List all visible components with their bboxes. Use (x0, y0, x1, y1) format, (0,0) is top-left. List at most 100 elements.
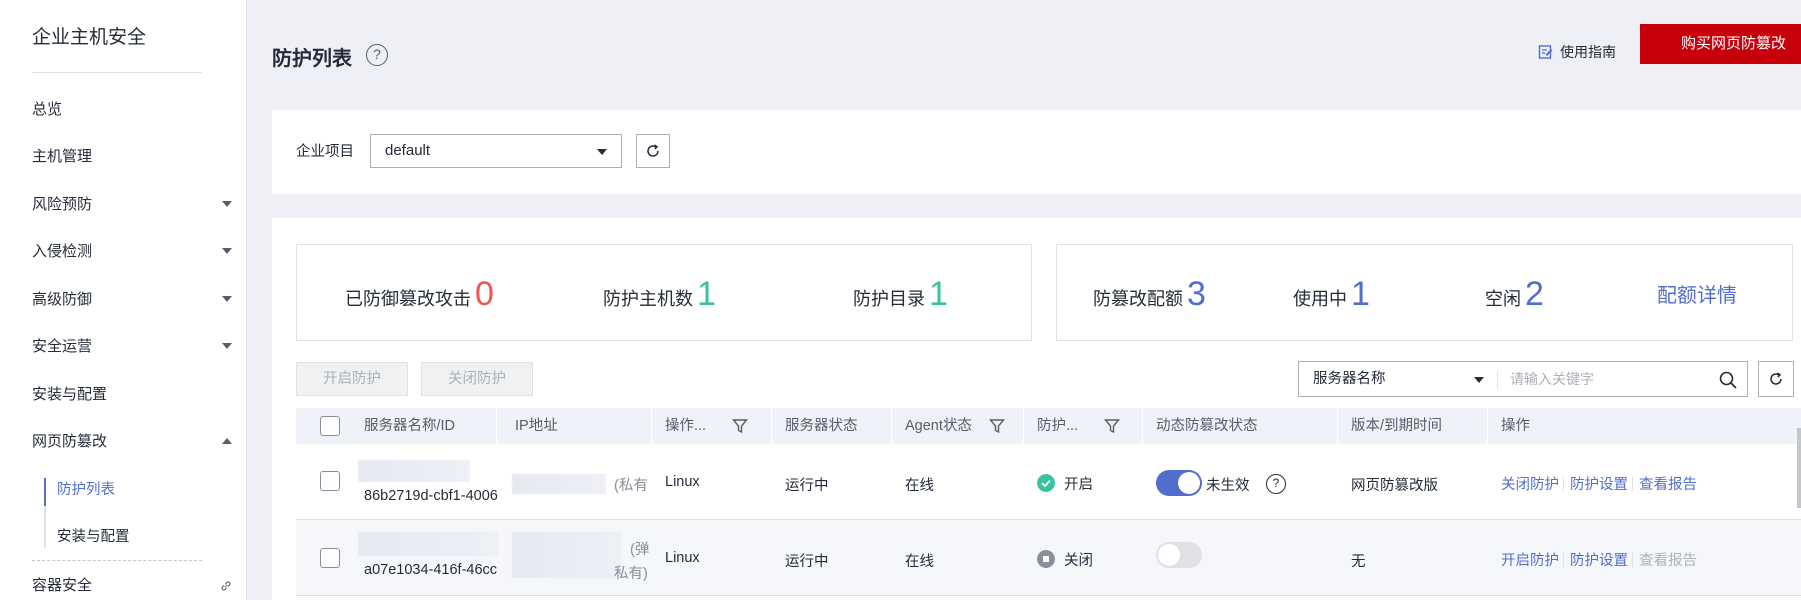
dynamic-tamper-toggle[interactable] (1156, 542, 1202, 568)
chevron-down-icon (1474, 377, 1484, 383)
guide-edit-icon (1538, 45, 1553, 59)
disable-protection-link[interactable]: 关闭防护 (1501, 473, 1559, 494)
protection-settings-link[interactable]: 防护设置 (1570, 473, 1628, 494)
filter-icon[interactable] (732, 418, 748, 434)
user-guide-label: 使用指南 (1560, 44, 1616, 60)
submenu-line (44, 506, 46, 548)
sidebar: 企业主机安全 总览 主机管理 风险预防 入侵检测 高级防御 安全运营 安装与配置… (0, 0, 247, 600)
col-os: 操作... (665, 418, 707, 434)
check-circle-icon (1037, 474, 1055, 492)
sidebar-subitem-protection-list[interactable]: 防护列表 (57, 476, 197, 504)
protection-status-value: 开启 (1064, 477, 1093, 493)
table-refresh-button[interactable] (1758, 361, 1794, 397)
server-id[interactable]: 86b2719d-cbf1-4006 (364, 488, 498, 504)
op-separator (1563, 477, 1564, 491)
quota-in-use-stat: 使用中 1 (1293, 275, 1370, 313)
enterprise-project-value: default (385, 142, 431, 159)
sidebar-item-risk-prevention[interactable]: 风险预防 (32, 190, 232, 220)
col-agent-status: Agent状态 (905, 418, 972, 434)
search-input[interactable] (1498, 361, 1748, 397)
enterprise-project-label: 企业项目 (296, 144, 354, 160)
protection-status-value: 关闭 (1064, 553, 1093, 569)
help-icon[interactable]: ? (1266, 474, 1286, 494)
col-dynamic-tamper: 动态防篡改状态 (1156, 418, 1258, 434)
active-indicator (44, 478, 46, 506)
filter-icon[interactable] (1104, 418, 1120, 434)
sidebar-item-overview[interactable]: 总览 (32, 95, 232, 125)
chevron-down-icon (222, 296, 232, 302)
view-report-link-disabled: 查看报告 (1639, 553, 1697, 569)
quota-total-count: 3 (1187, 275, 1206, 313)
quota-idle-count: 2 (1525, 275, 1544, 313)
column-divider (496, 408, 497, 444)
sidebar-item-label: 高级防御 (32, 291, 93, 308)
sidebar-item-host-management[interactable]: 主机管理 (32, 142, 232, 172)
view-report-link[interactable]: 查看报告 (1639, 473, 1697, 494)
sidebar-item-advanced-defense[interactable]: 高级防御 (32, 285, 232, 315)
stop-circle-icon (1037, 550, 1055, 568)
protection-stats-card: 已防御篡改攻击 0 防护主机数 1 防护目录 1 (296, 244, 1032, 341)
row-checkbox[interactable] (320, 471, 340, 491)
chevron-up-icon (222, 438, 232, 444)
sidebar-subitem-install-config[interactable]: 安装与配置 (57, 523, 197, 551)
sidebar-item-label: 安全运营 (32, 338, 93, 355)
refresh-icon (1770, 372, 1782, 385)
quota-stats-card: 防篡改配额 3 使用中 1 空闲 2 配额详情 (1056, 244, 1793, 341)
enable-protection-button[interactable]: 开启防护 (296, 362, 408, 396)
quota-idle-stat: 空闲 2 (1485, 275, 1544, 313)
external-link-icon (221, 581, 231, 591)
table-header: 服务器名称/ID IP地址 操作... 服务器状态 Agent状态 防护... … (296, 408, 1801, 444)
buy-web-tamper-button[interactable]: 购买网页防篡改 (1640, 24, 1801, 64)
enable-protection-link[interactable]: 开启防护 (1501, 549, 1559, 570)
agent-status-value: 在线 (905, 478, 934, 494)
row-checkbox[interactable] (320, 548, 340, 568)
version-value: 无 (1351, 554, 1366, 570)
redacted-server-name (358, 460, 470, 482)
chevron-down-icon (222, 343, 232, 349)
search-icon[interactable] (1718, 370, 1738, 390)
redacted-server-name (358, 532, 498, 556)
user-guide-link[interactable]: 使用指南 (1538, 42, 1616, 62)
version-value: 网页防篡改版 (1351, 478, 1438, 494)
col-server-name: 服务器名称/ID (364, 418, 456, 434)
col-protection: 防护... (1037, 418, 1079, 434)
scrollbar[interactable] (1797, 428, 1801, 508)
column-divider (1487, 408, 1488, 444)
ip-type-tag: (私有 (614, 478, 648, 494)
op-separator (1632, 477, 1633, 491)
blocked-attacks-count: 0 (475, 275, 494, 313)
filter-icon[interactable] (989, 418, 1005, 434)
chevron-down-icon (222, 248, 232, 254)
sidebar-item-container-security[interactable]: 容器安全 (32, 571, 232, 600)
quota-in-use-count: 1 (1351, 275, 1370, 313)
quota-detail-link[interactable]: 配额详情 (1657, 279, 1737, 319)
sidebar-item-web-tamper[interactable]: 网页防篡改 (32, 427, 232, 457)
search-field-select[interactable]: 服务器名称 (1298, 361, 1498, 397)
protected-dirs-stat: 防护目录 1 (853, 275, 948, 313)
protection-settings-link[interactable]: 防护设置 (1570, 549, 1628, 570)
select-all-checkbox[interactable] (320, 416, 340, 436)
sidebar-item-intrusion-detection[interactable]: 入侵检测 (32, 237, 232, 267)
refresh-button[interactable] (636, 134, 670, 168)
dynamic-tamper-toggle[interactable] (1156, 470, 1202, 496)
enterprise-project-select[interactable]: default (370, 134, 622, 168)
column-divider (771, 408, 772, 444)
agent-status-value: 在线 (905, 554, 934, 570)
search-field-value: 服务器名称 (1313, 371, 1386, 387)
ip-type-tag: 私有) (614, 566, 648, 582)
server-id[interactable]: a07e1034-416f-46cc (364, 562, 498, 578)
sidebar-item-security-ops[interactable]: 安全运营 (32, 332, 232, 362)
help-icon[interactable]: ? (366, 44, 388, 66)
disable-protection-button[interactable]: 关闭防护 (421, 362, 533, 396)
protected-hosts-stat: 防护主机数 1 (603, 275, 716, 313)
sidebar-item-label: 入侵检测 (32, 243, 93, 260)
server-status-value: 运行中 (785, 554, 829, 570)
blocked-attacks-stat: 已防御篡改攻击 0 (345, 275, 494, 313)
project-filter-panel: 企业项目 default (272, 110, 1801, 194)
column-divider (891, 408, 892, 444)
redacted-ip (512, 474, 606, 494)
column-divider (1142, 408, 1143, 444)
os-value: Linux (665, 474, 700, 490)
sidebar-item-install-config[interactable]: 安装与配置 (32, 380, 232, 410)
refresh-icon (647, 144, 659, 157)
